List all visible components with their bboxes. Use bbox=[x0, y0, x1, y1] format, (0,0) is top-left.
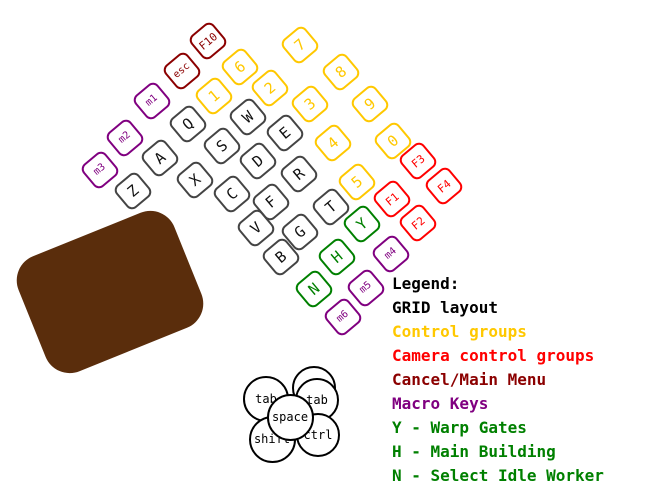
legend-line-3: Camera control groups bbox=[392, 346, 595, 365]
legend: Legend: GRID layout Control groups Camera c… bbox=[392, 272, 650, 488]
key-9[interactable]: 9 bbox=[348, 82, 392, 126]
key-m2[interactable]: m2 bbox=[103, 116, 147, 160]
key-n[interactable]: N bbox=[292, 267, 336, 311]
key-c[interactable]: C bbox=[210, 172, 254, 216]
key-f4[interactable]: F4 bbox=[422, 164, 466, 208]
legend-line-1: GRID layout bbox=[392, 298, 498, 317]
key-esc[interactable]: esc bbox=[160, 49, 204, 93]
key-m4[interactable]: m4 bbox=[369, 232, 413, 276]
space-key[interactable]: space bbox=[266, 393, 314, 441]
key-d[interactable]: D bbox=[236, 139, 280, 183]
key-h[interactable]: H bbox=[315, 235, 359, 279]
key-1[interactable]: 1 bbox=[192, 74, 236, 118]
legend-line-8: N - Select Idle Worker bbox=[392, 466, 604, 485]
key-s[interactable]: S bbox=[200, 124, 244, 168]
legend-line-0: Legend: bbox=[392, 274, 460, 293]
legend-line-6: Y - Warp Gates bbox=[392, 418, 527, 437]
key-4[interactable]: 4 bbox=[311, 121, 355, 165]
legend-line-7: H - Main Building bbox=[392, 442, 556, 461]
key-z[interactable]: Z bbox=[111, 169, 155, 213]
key-8[interactable]: 8 bbox=[319, 50, 363, 94]
key-m1[interactable]: m1 bbox=[130, 79, 174, 123]
key-x[interactable]: X bbox=[173, 158, 217, 202]
keyboard-layout-diagram: F10 6 7 8 esc 2 3 9 m1 1 W E 4 0 m2 Q S D R 5 F3 F4 m3 A X C F T F1 F… bbox=[0, 0, 650, 500]
legend-line-2: Control groups bbox=[392, 322, 527, 341]
key-a[interactable]: A bbox=[138, 136, 182, 180]
key-3[interactable]: 3 bbox=[288, 82, 332, 126]
key-7[interactable]: 7 bbox=[278, 23, 322, 67]
key-r[interactable]: R bbox=[277, 152, 321, 196]
legend-line-4: Cancel/Main Menu bbox=[392, 370, 547, 389]
key-e[interactable]: E bbox=[263, 111, 307, 155]
key-f10[interactable]: F10 bbox=[186, 19, 230, 63]
key-q[interactable]: Q bbox=[166, 102, 210, 146]
legend-line-5: Macro Keys bbox=[392, 394, 489, 413]
key-m3[interactable]: m3 bbox=[78, 148, 122, 192]
mouse-pad bbox=[8, 203, 212, 381]
